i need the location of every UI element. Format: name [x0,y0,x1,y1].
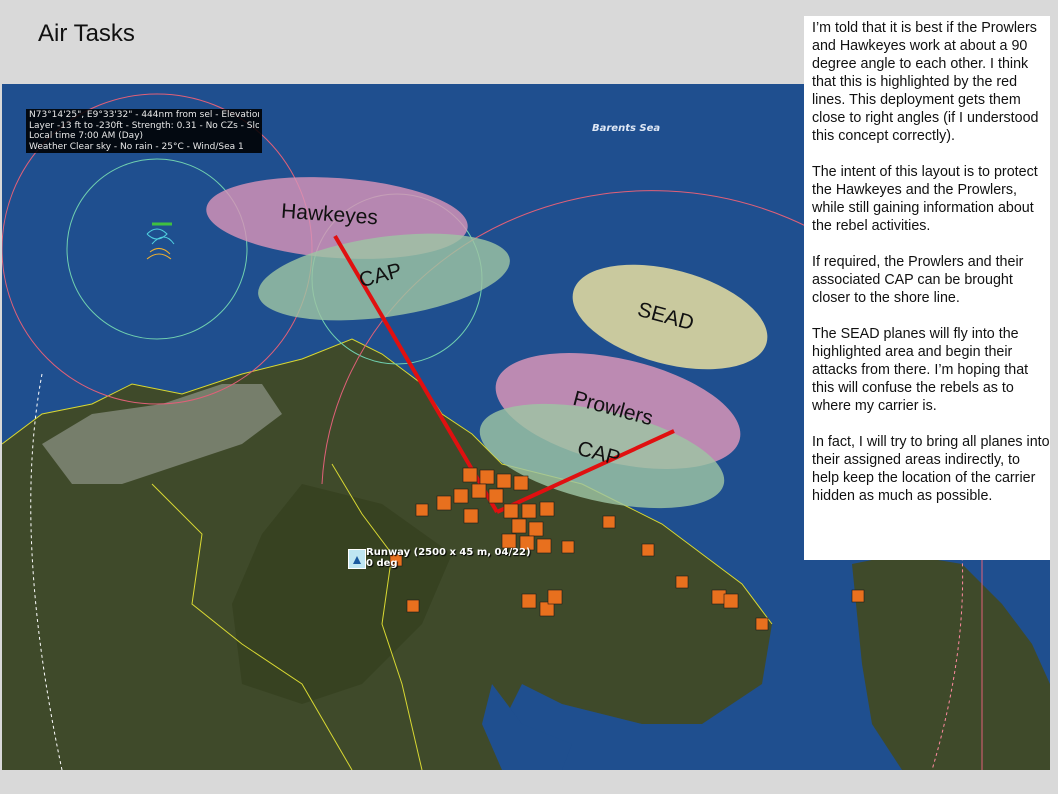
notes-panel: I’m told that it is best if the Prowlers… [804,16,1050,560]
carrier-group-symbols [146,222,175,260]
runway-label[interactable]: Runway (2500 x 45 m, 04/22) 0 deg [366,547,531,569]
notes-paragraph: I’m told that it is best if the Prowlers… [812,20,1039,144]
info-line: Weather Clear sky - No rain - 25°C - Win… [29,141,244,152]
runway-label-line1: Runway (2500 x 45 m, 04/22) [366,547,531,558]
notes-paragraph: In fact, I will try to bring all planes … [812,434,1050,504]
notes-paragraph: If required, the Prowlers and their asso… [812,254,1024,306]
slide-title: Air Tasks [38,20,135,47]
info-line: Layer -13 ft to -230ft - Strength: 0.31 … [29,120,259,131]
sea-label: Barents Sea [592,123,661,134]
runway-icon[interactable] [348,549,366,569]
info-line: N73°14'25", E9°33'32" - 444nm from sel -… [29,110,259,120]
info-line: Local time 7:00 AM (Day) [29,131,144,141]
map-cursor-info: N73°14'25", E9°33'32" - 444nm from sel -… [26,109,262,153]
runway-label-line2: 0 deg [366,558,398,569]
notes-paragraph: The SEAD planes will fly into the highli… [812,326,1029,414]
land-peninsula-east [852,554,1050,770]
notes-paragraph: The intent of this layout is to protect … [812,164,1038,234]
